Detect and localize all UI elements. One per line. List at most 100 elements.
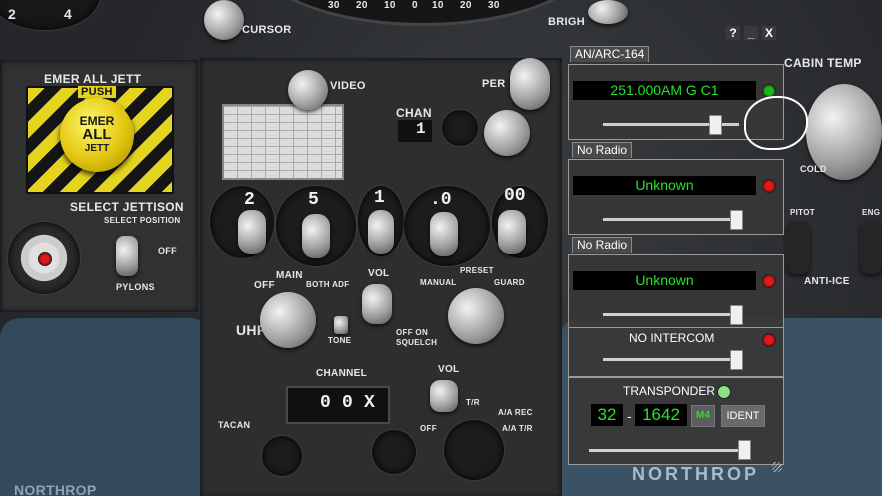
radio-3-frequency[interactable]: Unknown <box>573 271 756 290</box>
resize-grip[interactable] <box>772 462 782 472</box>
per-label: PER <box>482 78 506 90</box>
gauge-number: 30 <box>328 0 340 11</box>
tacan-volume-knob[interactable] <box>430 380 458 412</box>
squelch-off-on-label: OFF ON <box>396 328 429 337</box>
transponder-ident-button[interactable]: IDENT <box>721 405 765 427</box>
help-button[interactable]: ? <box>726 26 740 40</box>
tacan-off-label: OFF <box>420 424 437 433</box>
tacan-digit: 0 <box>320 393 331 413</box>
intercom-volume-track[interactable] <box>603 358 739 361</box>
channel-window: 1 <box>398 120 432 142</box>
tacan-mode-knob[interactable] <box>444 420 504 480</box>
radio-2-volume-slider[interactable] <box>730 210 744 230</box>
freq-knob-4[interactable] <box>430 212 458 256</box>
select-position-label: SELECT POSITION <box>104 216 181 225</box>
transponder-mode3-field[interactable]: 1642 <box>635 404 687 426</box>
preset-label: PRESET <box>460 266 494 275</box>
radio-2-name[interactable]: No Radio <box>572 142 633 158</box>
pitot-toggle[interactable] <box>786 222 810 274</box>
brightness-knob[interactable] <box>588 0 628 24</box>
select-off-label: OFF <box>158 246 177 256</box>
gauge-number: 10 <box>384 0 396 11</box>
tacan-channel-knob[interactable] <box>372 430 416 474</box>
radio-overlay: ? _ X AN/ARC-164 251.000AM G C1 No Radio… <box>566 26 784 472</box>
engine-toggle[interactable] <box>860 222 882 274</box>
transponder-panel: TRANSPONDER 32 - 1642 M4 IDENT <box>568 377 784 465</box>
northrop-label-left: NORTHROP <box>14 482 97 496</box>
gauge-number: 10 <box>432 0 444 11</box>
freq-digit: 5 <box>308 190 319 210</box>
radio-1-frequency[interactable]: 251.000AM G C1 <box>573 81 756 100</box>
freq-knob-1[interactable] <box>238 210 266 254</box>
jett-btn-all: ALL <box>82 126 112 143</box>
tacan-channel-window: 0 0 X <box>286 386 390 424</box>
minimize-button[interactable]: _ <box>744 26 758 40</box>
transponder-m4-button[interactable]: M4 <box>691 405 715 427</box>
anti-ice-label: ANTI-ICE <box>804 276 850 287</box>
select-jettison-label: SELECT JETTISON <box>70 200 184 214</box>
radio-2-volume-track[interactable] <box>603 218 739 221</box>
per-selector[interactable] <box>484 110 530 156</box>
left-gauge-number: 2 <box>8 6 17 22</box>
squelch-label: SQUELCH <box>396 338 438 347</box>
radio-3-name[interactable]: No Radio <box>572 237 633 253</box>
radio-2-panel: Unknown <box>568 159 784 235</box>
transponder-mode1-field[interactable]: 32 <box>591 404 623 426</box>
cursor-label: CURSOR <box>242 24 292 36</box>
cursor-knob[interactable] <box>204 0 244 40</box>
freq-knob-3[interactable] <box>368 210 394 254</box>
both-adf-label: BOTH ADF <box>306 280 350 289</box>
freq-knob-2[interactable] <box>302 214 330 258</box>
radio-3-volume-slider[interactable] <box>730 305 744 325</box>
freq-digit: 2 <box>244 190 255 210</box>
emergency-jettison-button[interactable]: EMER ALL JETT <box>60 98 134 172</box>
tone-label: TONE <box>328 336 352 345</box>
gauge-number: 20 <box>460 0 472 11</box>
channel-label: CHANNEL <box>316 368 367 379</box>
main-label: MAIN <box>276 270 303 281</box>
radio-1-volume-slider[interactable] <box>708 115 722 135</box>
radio-2-status-light <box>762 179 776 193</box>
chan-label: CHAN <box>396 106 432 120</box>
channel-knob[interactable] <box>442 110 478 146</box>
radio-3-panel: Unknown <box>568 254 784 330</box>
tacan-vol-label: VOL <box>438 364 460 375</box>
jett-btn-jett: JETT <box>84 143 110 154</box>
top-gauge <box>250 0 596 26</box>
intercom-volume-slider[interactable] <box>730 350 744 370</box>
uhf-function-knob[interactable] <box>260 292 316 348</box>
frequency-card <box>222 104 344 180</box>
per-knob[interactable] <box>510 58 550 110</box>
engine-label: ENG <box>862 208 881 217</box>
tacan-knob-left[interactable] <box>262 436 302 476</box>
manual-label: MANUAL <box>420 278 457 287</box>
freq-digit: 00 <box>504 186 526 206</box>
uhf-volume-knob[interactable] <box>362 284 392 324</box>
seat-cushion-left <box>0 318 210 496</box>
select-position-toggle[interactable] <box>116 236 138 276</box>
uhf-mode-knob[interactable] <box>448 288 504 344</box>
tacan-label: TACAN <box>218 420 251 430</box>
tr-label: T/R <box>466 398 480 407</box>
pitot-label: PITOT <box>790 208 815 217</box>
video-label: VIDEO <box>330 80 366 92</box>
transponder-volume-slider[interactable] <box>737 440 751 460</box>
freq-knob-5[interactable] <box>498 210 526 254</box>
radio-2-frequency[interactable]: Unknown <box>573 176 756 195</box>
video-knob[interactable] <box>288 70 328 110</box>
left-gauge-number: 4 <box>64 6 73 22</box>
guard-label: GUARD <box>494 278 525 287</box>
tacan-digit: X <box>364 393 375 413</box>
pylons-label: PYLONS <box>116 282 155 292</box>
close-button[interactable]: X <box>762 26 776 40</box>
gauge-number: 30 <box>488 0 500 11</box>
tone-button[interactable] <box>334 316 348 334</box>
transponder-volume-track[interactable] <box>589 449 747 452</box>
transponder-status-light <box>717 385 731 399</box>
radio-1-name[interactable]: AN/ARC-164 <box>570 46 650 62</box>
transponder-separator: - <box>627 408 632 424</box>
intercom-panel: NO INTERCOM <box>568 327 784 377</box>
freq-digit: .0 <box>430 190 452 210</box>
gauge-number: 0 <box>412 0 418 11</box>
radio-3-volume-track[interactable] <box>603 313 739 316</box>
